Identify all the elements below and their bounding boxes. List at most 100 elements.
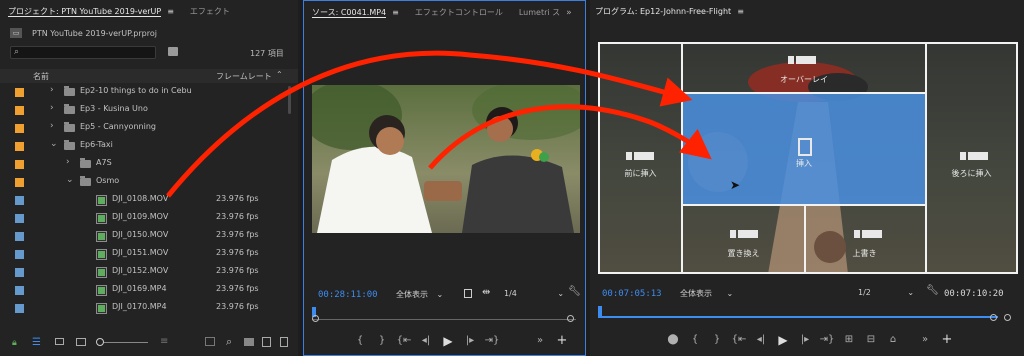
program-playhead[interactable] — [598, 306, 602, 316]
program-timecode[interactable]: 00:07:05:13 — [602, 289, 662, 299]
label-color-swatch[interactable] — [15, 160, 24, 169]
extract-icon[interactable]: ⊟ — [860, 334, 882, 345]
tab-lumetri[interactable]: Lumetri ス — [511, 1, 568, 25]
clip-row[interactable]: DJI_0108.MOV 23.976 fps — [0, 192, 298, 209]
label-color-swatch[interactable] — [15, 232, 24, 241]
label-color-swatch[interactable] — [15, 142, 24, 151]
add-button-icon[interactable]: + — [936, 332, 958, 347]
drop-zone-overwrite[interactable] — [804, 204, 927, 274]
chevron-right-icon[interactable]: › — [50, 103, 54, 113]
freeform-view-icon[interactable] — [76, 338, 86, 346]
add-button-icon[interactable]: + — [551, 333, 573, 348]
source-video-frame[interactable] — [312, 85, 580, 233]
go-to-in-icon[interactable]: {⇤ — [393, 335, 415, 346]
menu-icon[interactable]: ≡ — [167, 7, 174, 16]
wrench-icon[interactable]: 🔧︎ — [568, 286, 581, 297]
menu-icon[interactable]: ≡ — [737, 7, 744, 16]
program-zoom-select[interactable]: 全体表示 ⌄ — [680, 288, 733, 299]
tab-source[interactable]: ソース: C0041.MP4 ≡ — [304, 1, 407, 25]
step-back-icon[interactable]: ◂| — [415, 335, 437, 346]
folder-row[interactable]: › Ep2-10 things to do in Cebu — [0, 84, 298, 101]
play-icon[interactable]: ▶ — [772, 333, 794, 347]
export-frame-icon[interactable]: ⌂ — [882, 334, 904, 345]
source-timecode[interactable]: 00:28:11:00 — [318, 290, 378, 300]
new-bin-icon[interactable] — [244, 338, 254, 346]
new-search-bin-icon[interactable] — [168, 47, 178, 56]
more-tabs-icon[interactable]: » — [566, 8, 572, 18]
sort-icon[interactable]: ⌃ — [276, 70, 283, 79]
clip-row[interactable]: DJI_0169.MP4 23.976 fps — [0, 282, 298, 299]
tab-effects[interactable]: エフェクト — [182, 0, 238, 24]
label-color-swatch[interactable] — [15, 268, 24, 277]
source-time-ruler[interactable] — [312, 307, 576, 320]
clip-row[interactable]: DJI_0150.MOV 23.976 fps — [0, 228, 298, 245]
more-controls-icon[interactable]: » — [529, 335, 551, 346]
lock-icon[interactable]: 🔒︎ — [12, 338, 17, 348]
sort-icons-icon[interactable]: ≡ — [160, 336, 168, 347]
tab-effect-controls[interactable]: エフェクトコントロール — [407, 1, 511, 25]
label-color-swatch[interactable] — [15, 250, 24, 259]
program-time-ruler[interactable] — [598, 306, 1018, 318]
label-color-swatch[interactable] — [15, 124, 24, 133]
label-color-swatch[interactable] — [15, 178, 24, 187]
go-to-out-icon[interactable]: ⇥} — [816, 334, 838, 345]
label-color-swatch[interactable] — [15, 196, 24, 205]
folder-row[interactable]: › Ep3 - Kusina Uno — [0, 102, 298, 119]
lift-icon[interactable]: ⊞ — [838, 334, 860, 345]
clip-row[interactable]: DJI_0170.MP4 23.976 fps — [0, 300, 298, 317]
zoom-slider-handle[interactable] — [96, 338, 104, 346]
step-forward-icon[interactable]: |▸ — [459, 335, 481, 346]
in-handle-icon[interactable] — [990, 314, 997, 321]
folder-row[interactable]: › A7S — [0, 156, 298, 173]
zoom-slider[interactable] — [98, 342, 148, 343]
in-handle-icon[interactable] — [312, 315, 319, 322]
folder-row[interactable]: ⌄ Ep6-Taxi — [0, 138, 298, 155]
automate-to-sequence-icon[interactable] — [205, 337, 215, 346]
col-framerate[interactable]: フレームレート — [216, 71, 272, 82]
add-marker-icon[interactable]: ⬤ — [662, 334, 684, 345]
clip-row[interactable]: DJI_0151.MOV 23.976 fps — [0, 246, 298, 263]
go-to-out-icon[interactable]: ⇥} — [481, 335, 503, 346]
mark-out-icon[interactable]: } — [371, 335, 393, 346]
drop-zone-replace[interactable] — [681, 204, 806, 274]
settings-clip-icon[interactable] — [464, 289, 472, 298]
list-scrollbar[interactable] — [288, 86, 291, 114]
list-view-icon[interactable]: ☰ — [32, 337, 41, 348]
menu-icon[interactable]: ≡ — [392, 8, 399, 17]
clip-row[interactable]: DJI_0109.MOV 23.976 fps — [0, 210, 298, 227]
tab-project[interactable]: プロジェクト: PTN YouTube 2019-verUP ≡ — [0, 0, 182, 24]
folder-row[interactable]: ⌄ Osmo — [0, 174, 298, 191]
play-icon[interactable]: ▶ — [437, 334, 459, 348]
audio-waveform-icon[interactable]: ⇹ — [482, 287, 490, 298]
label-color-swatch[interactable] — [15, 286, 24, 295]
drop-zone-overlay[interactable] — [681, 42, 927, 94]
label-color-swatch[interactable] — [15, 304, 24, 313]
source-resolution-select[interactable]: 1/4 ⌄ — [504, 289, 564, 298]
program-video-frame[interactable]: オーバーレイ 前に挿入 挿入 後ろに挿入 置き換え 上書き ➤ — [598, 42, 1018, 274]
out-handle-icon[interactable] — [1004, 314, 1011, 321]
step-back-icon[interactable]: ◂| — [750, 334, 772, 345]
clear-icon[interactable] — [280, 337, 288, 347]
label-color-swatch[interactable] — [15, 214, 24, 223]
more-controls-icon[interactable]: » — [914, 334, 936, 345]
mark-out-icon[interactable]: } — [706, 334, 728, 345]
wrench-icon[interactable]: 🔧︎ — [926, 285, 939, 296]
out-handle-icon[interactable] — [567, 315, 574, 322]
chevron-down-icon[interactable]: ⌄ — [66, 175, 74, 185]
new-item-icon[interactable] — [262, 337, 271, 347]
search-input[interactable]: ⌕ — [10, 46, 156, 59]
tab-program[interactable]: プログラム: Ep12-Johnn-Free-Flight ≡ — [590, 0, 752, 24]
source-zoom-select[interactable]: 全体表示 ⌄ — [396, 289, 443, 300]
chevron-right-icon[interactable]: › — [50, 85, 54, 95]
chevron-down-icon[interactable]: ⌄ — [50, 139, 58, 149]
folder-row[interactable]: › Ep5 - Cannyonning — [0, 120, 298, 137]
mark-in-icon[interactable]: { — [684, 334, 706, 345]
mark-in-icon[interactable]: { — [349, 335, 371, 346]
go-to-in-icon[interactable]: {⇤ — [728, 334, 750, 345]
icon-view-icon[interactable] — [55, 338, 64, 345]
clip-row[interactable]: DJI_0152.MOV 23.976 fps — [0, 264, 298, 281]
find-icon[interactable]: ⌕ — [226, 335, 232, 349]
step-forward-icon[interactable]: |▸ — [794, 334, 816, 345]
chevron-right-icon[interactable]: › — [50, 121, 54, 131]
program-resolution-select[interactable]: 1/2 ⌄ — [858, 288, 914, 297]
